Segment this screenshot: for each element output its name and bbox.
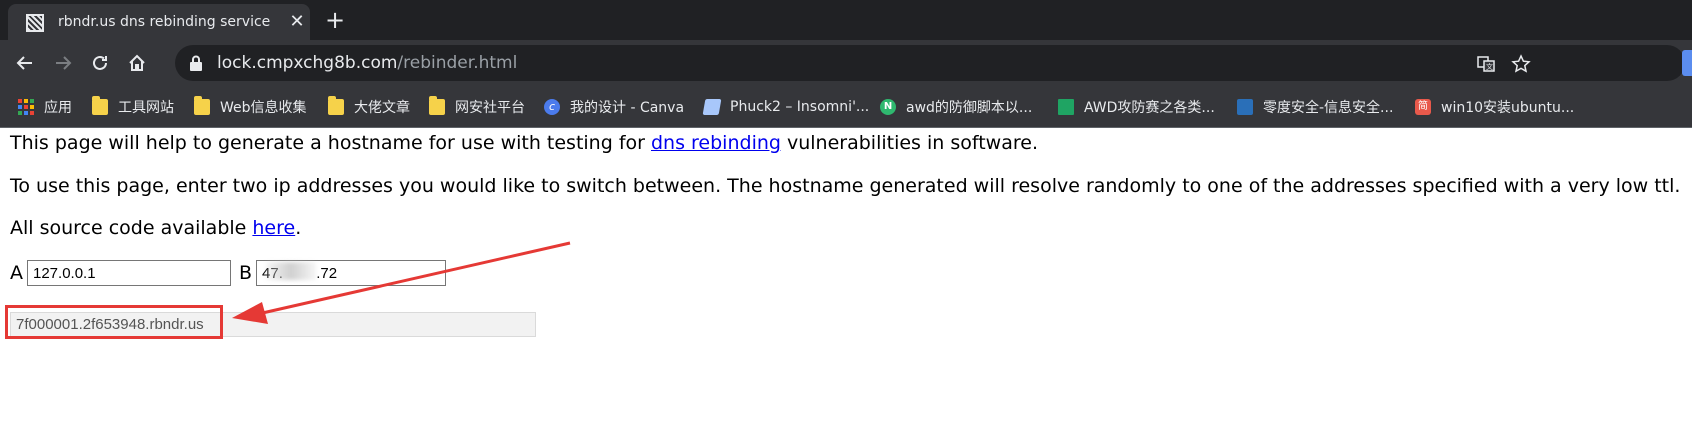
toolbar: lock.cmpxchg8b.com/rebinder.html 文 bbox=[0, 40, 1692, 86]
ip-address-row: A B bbox=[10, 260, 454, 286]
folder-icon bbox=[194, 96, 210, 115]
translate-icon[interactable]: 文 bbox=[1475, 53, 1497, 75]
dns-rebinding-link[interactable]: dns rebinding bbox=[651, 132, 781, 154]
folder-icon bbox=[429, 96, 445, 115]
ip-a-input[interactable] bbox=[27, 260, 231, 286]
bookmark-awd-defense[interactable]: N awd的防御脚本以... bbox=[880, 97, 1032, 117]
tab-title: rbndr.us dns rebinding service bbox=[58, 14, 271, 30]
label-a: A bbox=[10, 262, 23, 284]
bookmark-label: 应用 bbox=[44, 100, 72, 116]
tab-active[interactable]: rbndr.us dns rebinding service ✕ bbox=[8, 4, 310, 40]
url-text[interactable]: lock.cmpxchg8b.com/rebinder.html bbox=[217, 53, 517, 73]
awd-icon bbox=[1058, 99, 1074, 115]
reload-icon[interactable] bbox=[87, 50, 113, 76]
tab-strip: rbndr.us dns rebinding service ✕ + bbox=[0, 0, 1692, 40]
bookmark-apps[interactable]: 应用 bbox=[18, 97, 72, 117]
apps-grid-icon bbox=[18, 99, 34, 115]
url-path: /rebinder.html bbox=[397, 53, 518, 73]
bookmark-label: AWD攻防赛之各类... bbox=[1084, 100, 1215, 116]
source-text-after: . bbox=[295, 217, 302, 239]
back-icon[interactable] bbox=[12, 50, 38, 76]
jianshu-icon: 简 bbox=[1415, 99, 1431, 115]
intro-text-after: vulnerabilities in software. bbox=[780, 132, 1038, 154]
plus-icon[interactable]: + bbox=[322, 8, 348, 34]
close-icon[interactable]: ✕ bbox=[286, 11, 308, 33]
document-icon bbox=[702, 99, 722, 115]
source-text: All source code available bbox=[10, 217, 253, 239]
source-code-link[interactable]: here bbox=[252, 217, 295, 239]
bookmark-label: 网安社平台 bbox=[455, 100, 525, 116]
home-icon[interactable] bbox=[124, 50, 150, 76]
intro-text: This page will help to generate a hostna… bbox=[10, 132, 651, 154]
n-circle-icon: N bbox=[880, 99, 896, 115]
url-host: lock.cmpxchg8b.com bbox=[217, 53, 398, 73]
canva-icon: c bbox=[544, 99, 560, 115]
favicon-icon bbox=[26, 14, 44, 32]
star-icon[interactable] bbox=[1510, 53, 1532, 75]
bookmark-label: 大佬文章 bbox=[354, 100, 410, 116]
bookmark-phuck2[interactable]: Phuck2 – Insomni'... bbox=[702, 97, 870, 117]
intro-paragraph: This page will help to generate a hostna… bbox=[10, 132, 1038, 154]
bookmark-label: 我的设计 - Canva bbox=[570, 100, 685, 116]
bookmark-label: Phuck2 – Insomni'... bbox=[730, 99, 870, 115]
forward-icon[interactable] bbox=[50, 50, 76, 76]
bookmark-tools[interactable]: 工具网站 bbox=[92, 96, 174, 117]
lock-icon[interactable] bbox=[189, 55, 203, 71]
extension-icon[interactable] bbox=[1682, 50, 1692, 76]
bookmarks-bar: 应用 工具网站 Web信息收集 大佬文章 网安社平台 c 我的设计 - Canv… bbox=[0, 86, 1692, 128]
svg-text:文: 文 bbox=[1486, 62, 1493, 71]
usage-paragraph: To use this page, enter two ip addresses… bbox=[10, 175, 1681, 197]
folder-icon bbox=[92, 96, 108, 115]
folder-icon bbox=[328, 96, 344, 115]
bookmark-win10-ubuntu[interactable]: 简 win10安装ubuntu... bbox=[1415, 97, 1574, 117]
bookmark-label: 工具网站 bbox=[118, 100, 174, 116]
bookmark-awd-attack[interactable]: AWD攻防赛之各类... bbox=[1058, 97, 1215, 117]
zero-security-icon bbox=[1237, 99, 1253, 115]
generated-hostname-field[interactable] bbox=[10, 312, 536, 337]
bookmark-security-platform[interactable]: 网安社平台 bbox=[429, 96, 525, 117]
bookmark-label: win10安装ubuntu... bbox=[1441, 100, 1575, 116]
bookmark-zero-security[interactable]: 零度安全-信息安全... bbox=[1237, 97, 1393, 117]
bookmark-articles[interactable]: 大佬文章 bbox=[328, 96, 410, 117]
source-paragraph: All source code available here. bbox=[10, 217, 301, 239]
bookmark-canva[interactable]: c 我的设计 - Canva bbox=[544, 97, 684, 117]
bookmark-web-info[interactable]: Web信息收集 bbox=[194, 96, 307, 117]
bookmark-label: 零度安全-信息安全... bbox=[1263, 100, 1394, 116]
label-b: B bbox=[239, 262, 253, 284]
address-bar[interactable]: lock.cmpxchg8b.com/rebinder.html 文 bbox=[175, 45, 1685, 81]
bookmark-label: awd的防御脚本以... bbox=[906, 100, 1033, 116]
bookmark-label: Web信息收集 bbox=[220, 100, 307, 116]
redaction-blur bbox=[266, 262, 316, 280]
